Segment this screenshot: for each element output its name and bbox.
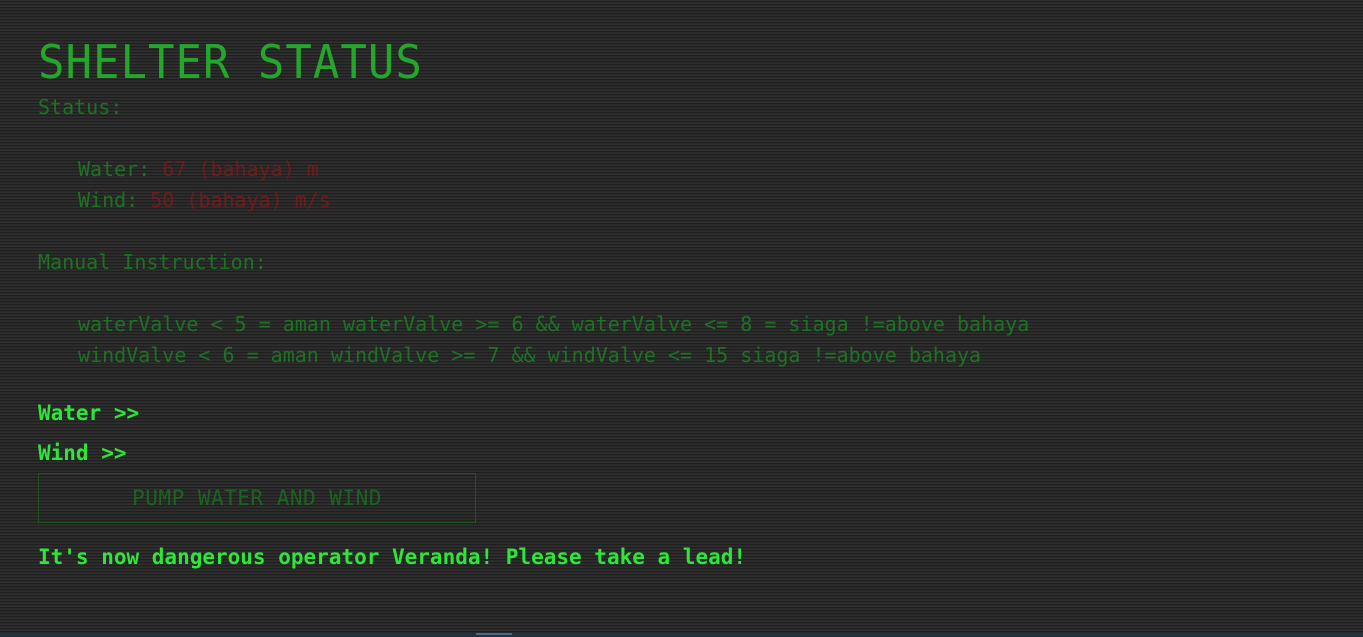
pump-water-and-wind-button[interactable]: PUMP WATER AND WIND	[38, 473, 476, 523]
water-status-label: Water:	[78, 157, 151, 181]
scrollbar-thumb[interactable]	[476, 633, 512, 635]
wind-status-value: 50 (bahaya) m/s	[150, 188, 331, 212]
water-status-row: Water: 67 (bahaya) m	[38, 154, 1029, 185]
wind-valve-instruction: windValve < 6 = aman windValve >= 7 && w…	[78, 343, 982, 367]
wind-status-row: Wind: 50 (bahaya) m/s	[38, 185, 1029, 216]
wind-status-label: Wind:	[78, 188, 139, 212]
bottom-scrollbar[interactable]	[0, 633, 1363, 637]
operator-message: It's now dangerous operator Veranda! Ple…	[38, 545, 747, 569]
page-title: SHELTER STATUS	[38, 36, 423, 90]
water-link[interactable]: Water >>	[38, 393, 1029, 433]
water-status-value: 67 (bahaya) m	[162, 157, 319, 181]
status-label: Status:	[38, 95, 123, 119]
manual-instruction-label: Manual Instruction:	[38, 250, 267, 274]
wind-link[interactable]: Wind >>	[38, 433, 1029, 473]
shelter-panel: SHELTER STATUS Status: Water: 67 (bahaya…	[38, 34, 1029, 569]
water-valve-instruction: waterValve < 5 = aman waterValve >= 6 &&…	[78, 312, 1030, 336]
